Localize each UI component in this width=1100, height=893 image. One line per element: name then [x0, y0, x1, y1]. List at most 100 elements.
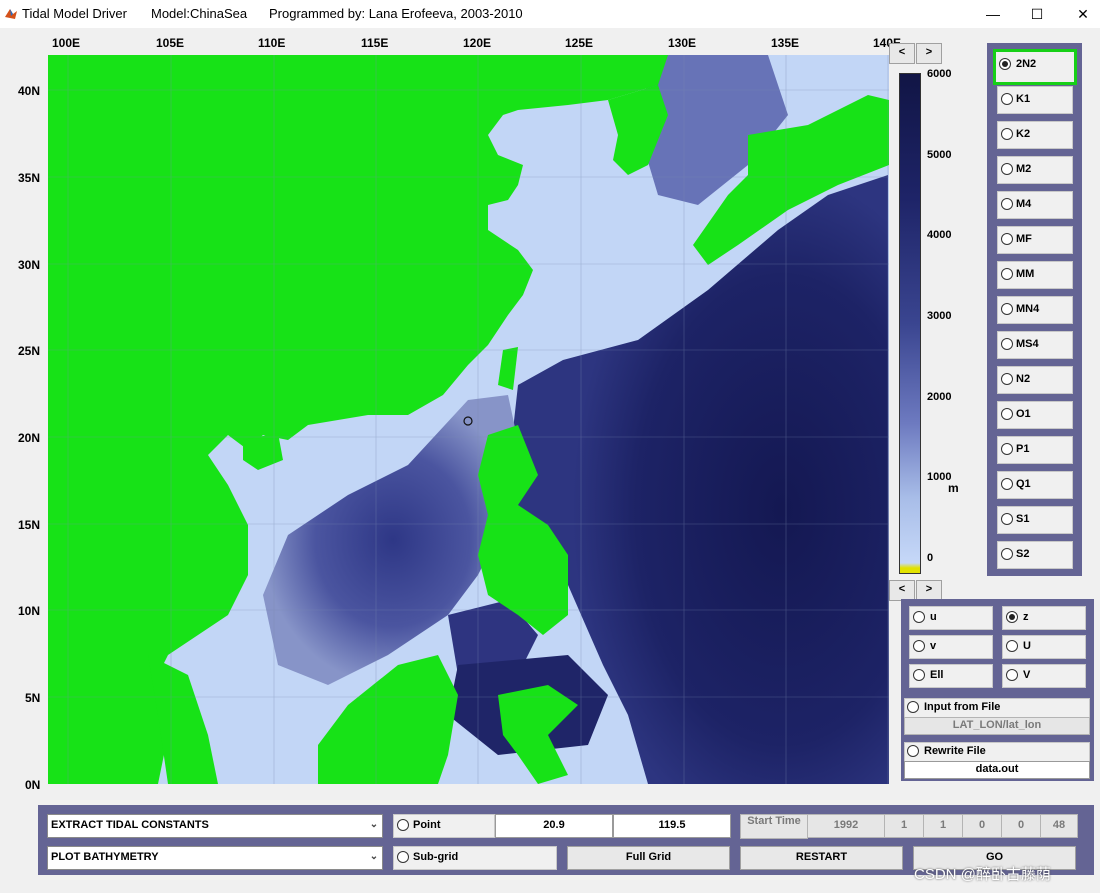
- rewrite-file-label: Rewrite File: [924, 745, 986, 757]
- constituent-option-mm[interactable]: MM: [997, 261, 1073, 289]
- full-grid-button[interactable]: Full Grid: [567, 846, 730, 870]
- constituent-option-k2[interactable]: K2: [997, 121, 1073, 149]
- latitude-input[interactable]: 20.9: [495, 814, 613, 838]
- point-mode-label: Point: [413, 819, 441, 831]
- radio-icon: [913, 611, 925, 623]
- mode-select-value: EXTRACT TIDAL CONSTANTS: [51, 819, 209, 831]
- constituent-label: K1: [1016, 93, 1031, 105]
- variable-option-U[interactable]: U: [1002, 635, 1086, 659]
- radio-icon: [1001, 198, 1013, 210]
- start-month-input[interactable]: 1: [884, 814, 924, 838]
- radio-icon: [907, 701, 919, 713]
- radio-icon: [1001, 93, 1013, 105]
- radio-icon: [1001, 128, 1013, 140]
- matlab-icon: [4, 6, 18, 20]
- y-tick-label: 0N: [25, 778, 41, 792]
- radio-icon: [1001, 163, 1013, 175]
- constituent-option-q1[interactable]: Q1: [997, 471, 1073, 499]
- constituent-label: MM: [1016, 268, 1035, 280]
- variable-label: u: [930, 611, 937, 623]
- colorbar-prev-button[interactable]: <: [889, 43, 915, 64]
- start-time-label: Start Time: [740, 814, 808, 839]
- radio-icon: [1001, 408, 1013, 420]
- plot-select[interactable]: PLOT BATHYMETRY ⌄: [47, 846, 383, 870]
- constituent-label: P1: [1016, 443, 1030, 455]
- x-tick-label: 115E: [361, 36, 389, 50]
- variable-option-z[interactable]: z: [1002, 606, 1086, 630]
- variable-label: Ell: [930, 669, 944, 681]
- y-tick-label: 5N: [25, 691, 41, 705]
- constituent-option-s1[interactable]: S1: [997, 506, 1073, 534]
- subgrid-mode-label: Sub-grid: [413, 851, 459, 863]
- longitude-input[interactable]: 119.5: [613, 814, 731, 838]
- radio-icon: [1001, 478, 1013, 490]
- variable-prev-button[interactable]: <: [889, 580, 915, 601]
- constituent-label: MS4: [1016, 338, 1039, 350]
- variable-option-v[interactable]: v: [909, 635, 993, 659]
- variable-option-u[interactable]: u: [909, 606, 993, 630]
- x-tick-label: 125E: [565, 36, 594, 50]
- constituent-option-k1[interactable]: K1: [997, 86, 1073, 114]
- output-file-field[interactable]: data.out: [904, 761, 1090, 779]
- restart-button[interactable]: RESTART: [740, 846, 903, 870]
- constituent-option-s2[interactable]: S2: [997, 541, 1073, 569]
- constituent-option-n2[interactable]: N2: [997, 366, 1073, 394]
- constituent-option-mn4[interactable]: MN4: [997, 296, 1073, 324]
- constituent-option-o1[interactable]: O1: [997, 401, 1073, 429]
- colorbar-tick-label: 6000: [927, 68, 952, 80]
- constituent-option-ms4[interactable]: MS4: [997, 331, 1073, 359]
- constituent-label: M2: [1016, 163, 1032, 175]
- colorbar-tick-label: 3000: [927, 310, 952, 322]
- radio-icon: [913, 640, 925, 652]
- radio-icon: [1006, 669, 1018, 681]
- start-year-input[interactable]: 1992: [807, 814, 885, 838]
- constituent-label: 2N2: [1016, 58, 1037, 70]
- x-tick-label: 110E: [258, 36, 286, 50]
- subgrid-mode-toggle[interactable]: Sub-grid: [393, 846, 557, 870]
- bathymetry-map[interactable]: [48, 55, 889, 784]
- minimize-button[interactable]: —: [970, 0, 1016, 28]
- variable-next-button[interactable]: >: [916, 580, 942, 601]
- plot-select-value: PLOT BATHYMETRY: [51, 851, 159, 863]
- constituent-option-m4[interactable]: M4: [997, 191, 1073, 219]
- variable-option-V[interactable]: V: [1002, 664, 1086, 688]
- radio-icon: [1001, 303, 1013, 315]
- constituent-option-2n2[interactable]: 2N2: [993, 49, 1077, 85]
- mode-select[interactable]: EXTRACT TIDAL CONSTANTS ⌄: [47, 814, 383, 838]
- y-tick-label: 15N: [18, 518, 41, 532]
- constituent-label: O1: [1016, 408, 1031, 420]
- rewrite-file-toggle[interactable]: Rewrite File: [904, 742, 1090, 762]
- radio-icon: [1001, 268, 1013, 280]
- constituent-option-m2[interactable]: M2: [997, 156, 1073, 184]
- start-day-input[interactable]: 1: [923, 814, 963, 838]
- y-tick-label: 25N: [18, 344, 41, 358]
- duration-input[interactable]: 48: [1040, 814, 1078, 838]
- maximize-button[interactable]: ☐: [1014, 0, 1060, 28]
- constituent-option-p1[interactable]: P1: [997, 436, 1073, 464]
- constituent-label: S2: [1016, 548, 1030, 560]
- close-button[interactable]: ✕: [1060, 0, 1100, 28]
- variable-option-ell[interactable]: Ell: [909, 664, 993, 688]
- input-from-file-toggle[interactable]: Input from File: [904, 698, 1090, 718]
- variable-label: U: [1023, 640, 1031, 652]
- radio-icon: [1006, 640, 1018, 652]
- point-mode-toggle[interactable]: Point: [393, 814, 495, 838]
- input-file-field[interactable]: LAT_LON/lat_lon: [904, 717, 1090, 735]
- radio-icon: [1001, 373, 1013, 385]
- constituent-option-mf[interactable]: MF: [997, 226, 1073, 254]
- radio-icon: [397, 851, 409, 863]
- colorbar-unit: m: [948, 481, 959, 495]
- y-tick-label: 35N: [18, 171, 41, 185]
- y-tick-label: 10N: [18, 604, 41, 618]
- colorbar-tick-label: 0: [927, 552, 934, 564]
- colorbar-next-button[interactable]: >: [916, 43, 942, 64]
- start-hour-input[interactable]: 0: [962, 814, 1002, 838]
- x-tick-label: 120E: [463, 36, 492, 50]
- radio-icon: [907, 745, 919, 757]
- start-minute-input[interactable]: 0: [1001, 814, 1041, 838]
- constituent-label: S1: [1016, 513, 1030, 525]
- y-tick-label: 30N: [18, 258, 41, 272]
- radio-icon: [1001, 338, 1013, 350]
- colorbar-tick-label: 5000: [927, 149, 952, 161]
- window-title: Tidal Model Driver: [22, 6, 127, 21]
